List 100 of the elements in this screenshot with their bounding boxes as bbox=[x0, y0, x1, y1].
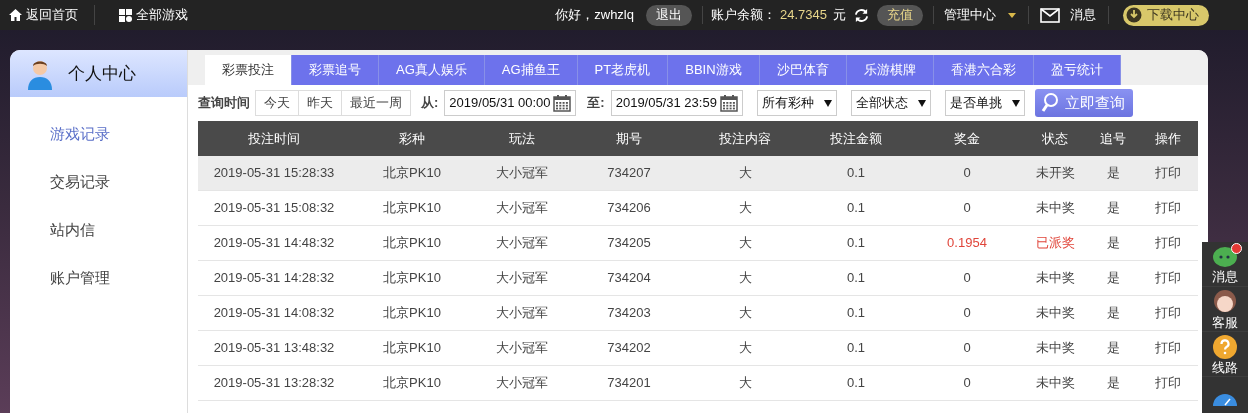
table-cell-text: 734205 bbox=[606, 234, 652, 253]
sidebar-item[interactable]: 账户管理 bbox=[10, 254, 187, 302]
table-cell[interactable]: 打印 bbox=[1139, 373, 1197, 393]
table-cell-text: 0 bbox=[962, 164, 972, 183]
caret-icon bbox=[1008, 12, 1016, 18]
table-cell[interactable]: 打印 bbox=[1139, 233, 1197, 253]
query-time-label: 查询时间 bbox=[198, 94, 250, 113]
refresh-icon[interactable] bbox=[854, 7, 869, 23]
table-cell-text: 734206 bbox=[606, 199, 652, 218]
help-icon bbox=[1212, 333, 1238, 360]
tab[interactable]: 盈亏统计 bbox=[1033, 55, 1121, 85]
side-panel-item[interactable]: 客服 bbox=[1202, 287, 1248, 332]
table-cell-text: 大小冠军 bbox=[494, 234, 549, 253]
dropdown-arrow-icon bbox=[917, 99, 926, 107]
dropdown-arrow-icon bbox=[1011, 99, 1020, 107]
quick-range-button[interactable]: 昨天 bbox=[298, 90, 342, 116]
balance-amount: 24.7345 bbox=[780, 6, 827, 25]
table-cell-text: 0 bbox=[962, 199, 972, 218]
table-row[interactable]: 2019-05-31 15:28:33 北京PK10 大小冠军 734207 大 0.1 0 未开奖 是 打印 bbox=[198, 156, 1198, 191]
sidebar-item[interactable]: 游戏记录 bbox=[10, 110, 187, 158]
table-cell-text: 大 bbox=[737, 339, 753, 358]
logout-button[interactable]: 退出 bbox=[646, 4, 692, 26]
table-cell-text: 大 bbox=[737, 164, 753, 183]
quick-range-button[interactable]: 今天 bbox=[255, 90, 299, 116]
table-cell-text: 0.1 bbox=[845, 339, 867, 358]
table-cell-text: 2019-05-31 14:08:32 bbox=[212, 304, 336, 323]
home-link[interactable]: 返回首页 bbox=[0, 5, 95, 25]
search-icon bbox=[1040, 93, 1059, 113]
table-cell-text: 734202 bbox=[606, 339, 652, 358]
tab[interactable]: AG真人娱乐 bbox=[379, 55, 485, 85]
currency-text: 元 bbox=[833, 6, 846, 25]
tab[interactable]: 香港六合彩 bbox=[933, 55, 1034, 85]
chat-bubble-icon bbox=[1211, 244, 1239, 269]
table-cell-text: 2019-05-31 15:08:32 bbox=[212, 199, 336, 218]
tab[interactable]: 乐游棋牌 bbox=[846, 55, 934, 85]
messages-link[interactable]: 消息 bbox=[1040, 5, 1096, 25]
table-cell-text: 0.1954 bbox=[946, 234, 988, 253]
table-cell[interactable]: 打印 bbox=[1139, 268, 1197, 288]
quick-range-button[interactable]: 最近一周 bbox=[341, 90, 411, 116]
table-cell-text: 北京PK10 bbox=[382, 304, 442, 323]
table-cell-text: 0.1 bbox=[845, 199, 867, 218]
column-header: 投注时间 bbox=[247, 129, 301, 148]
balance-label: 账户余额： bbox=[711, 6, 776, 25]
side-panel-item[interactable]: 消息 bbox=[1202, 242, 1248, 287]
table-cell-text: 0 bbox=[962, 269, 972, 288]
table-cell-text: 734204 bbox=[606, 269, 652, 288]
table-cell-text: 是 bbox=[1105, 374, 1121, 393]
dropdown-arrow-icon bbox=[823, 99, 832, 107]
calendar-icon[interactable] bbox=[719, 94, 738, 112]
to-date-field[interactable]: 2019/05/31 23:59 bbox=[610, 90, 743, 116]
table-cell[interactable]: 打印 bbox=[1139, 303, 1197, 323]
table-cell-text: 未中奖 bbox=[1034, 374, 1076, 393]
envelope-icon bbox=[1040, 7, 1060, 23]
calendar-icon[interactable] bbox=[553, 94, 572, 112]
table-cell-text: 北京PK10 bbox=[382, 339, 442, 358]
table-cell-text: 2019-05-31 13:28:32 bbox=[212, 374, 336, 393]
table-cell-text: 0.1 bbox=[845, 234, 867, 253]
tab[interactable]: BBIN游戏 bbox=[668, 55, 760, 85]
table-cell-text: 2019-05-31 15:28:33 bbox=[212, 164, 336, 183]
grid-icon bbox=[119, 8, 132, 22]
recharge-button[interactable]: 充值 bbox=[877, 4, 923, 26]
tab[interactable]: 沙巴体育 bbox=[759, 55, 847, 85]
all-games-link[interactable]: 全部游戏 bbox=[95, 5, 188, 25]
sidebar-item[interactable]: 站内信 bbox=[10, 206, 187, 254]
table-cell-text: 大小冠军 bbox=[494, 374, 549, 393]
table-cell-text: 大 bbox=[737, 269, 753, 288]
table-cell-text: 0.1 bbox=[845, 374, 867, 393]
table-cell-text: 734203 bbox=[606, 304, 652, 323]
select-dropdown[interactable]: 所有彩种 bbox=[756, 90, 837, 116]
select-dropdown[interactable]: 是否单挑 bbox=[944, 90, 1025, 116]
table-cell[interactable]: 打印 bbox=[1139, 163, 1197, 183]
table-cell-text: 是 bbox=[1105, 199, 1121, 218]
download-icon bbox=[1126, 7, 1142, 23]
tab[interactable]: 彩票追号 bbox=[292, 55, 379, 85]
tab[interactable]: AG捕鱼王 bbox=[484, 55, 578, 85]
tab[interactable]: 彩票投注 bbox=[205, 55, 292, 85]
date-value: 2019/05/31 23:59 bbox=[615, 94, 717, 113]
column-header: 追号 bbox=[1099, 129, 1127, 148]
table-cell-text: 2019-05-31 13:48:32 bbox=[212, 339, 336, 358]
table-cell-text: 未中奖 bbox=[1034, 339, 1076, 358]
table-cell[interactable]: 打印 bbox=[1139, 198, 1197, 218]
table-cell-text: 北京PK10 bbox=[382, 234, 442, 253]
table-cell-text: 0.1 bbox=[845, 304, 867, 323]
download-center-button[interactable]: 下载中心 bbox=[1123, 4, 1209, 26]
table-cell-text: 是 bbox=[1105, 304, 1121, 323]
table-cell-text: 大 bbox=[737, 374, 753, 393]
table-cell-text: 734207 bbox=[606, 164, 652, 183]
select-dropdown[interactable]: 全部状态 bbox=[850, 90, 931, 116]
table-cell[interactable]: 打印 bbox=[1139, 338, 1197, 358]
from-date-field[interactable]: 2019/05/31 00:00 bbox=[444, 90, 577, 116]
manage-center-dropdown[interactable]: 管理中心 bbox=[944, 5, 1016, 25]
table-cell-text: 大小冠军 bbox=[494, 164, 549, 183]
table-cell-text: 大小冠军 bbox=[494, 269, 549, 288]
table-cell-text: 0 bbox=[962, 339, 972, 358]
tab[interactable]: PT老虎机 bbox=[577, 55, 669, 85]
table-cell-text: 0.1 bbox=[845, 269, 867, 288]
to-label: 至: bbox=[587, 94, 605, 113]
sidebar-item[interactable]: 交易记录 bbox=[10, 158, 187, 206]
side-panel-item[interactable]: 线路 bbox=[1202, 332, 1248, 377]
speedometer-icon bbox=[1212, 392, 1238, 406]
